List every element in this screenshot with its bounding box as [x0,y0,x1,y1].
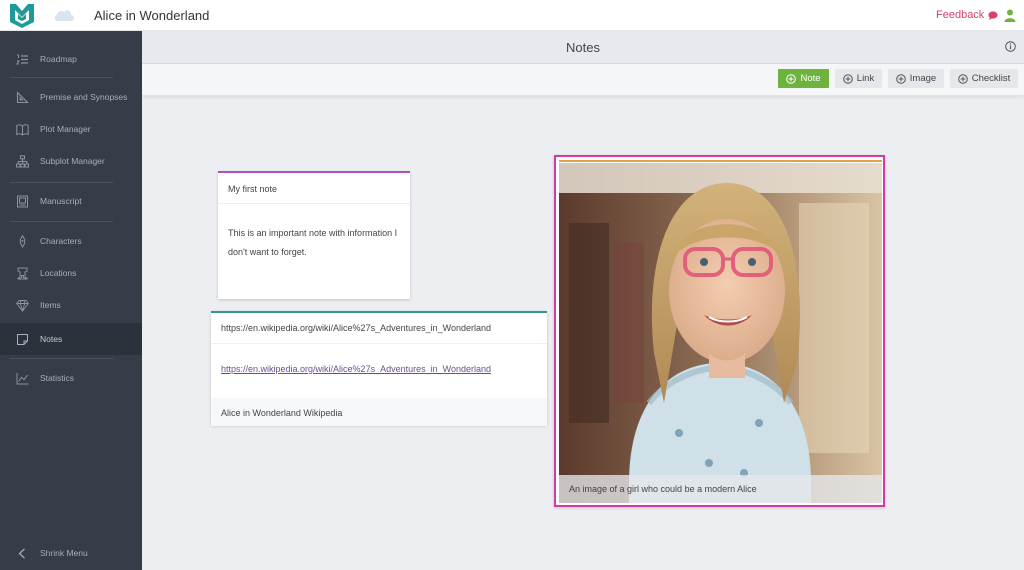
cloud-sync-icon[interactable] [53,8,75,22]
link-card[interactable]: https://en.wikipedia.org/wiki/Alice%27s_… [211,311,547,426]
project-title: Alice in Wonderland [94,8,210,23]
sidebar-item-roadmap[interactable]: Roadmap [0,44,142,74]
add-link-label: Link [856,73,875,84]
sidebar-item-label: Subplot Manager [40,156,105,166]
note-card[interactable]: My first note This is an important note … [218,171,410,299]
add-checklist-button[interactable]: Checklist [950,69,1018,88]
sidebar-item-statistics[interactable]: Statistics [0,363,142,393]
add-image-label: Image [909,73,937,84]
note-body[interactable]: This is an important note with informati… [218,204,410,262]
sidebar-item-label: Plot Manager [40,124,91,134]
sidebar-divider [10,221,113,222]
chat-bubble-icon [988,10,998,20]
image-card[interactable]: An image of a girl who could be a modern… [554,155,885,507]
sidebar-item-manuscript[interactable]: Manuscript [0,186,142,216]
plus-circle-icon [895,73,906,84]
sidebar-item-items[interactable]: Items [0,290,142,320]
notes-toolbar: Note Link Image Checklist [142,64,1024,96]
line-chart-icon [16,372,29,384]
add-note-button[interactable]: Note [778,69,829,88]
image-card-accent [559,160,882,162]
add-note-label: Note [800,73,821,84]
sidebar-item-label: Premise and Synopses [40,92,128,102]
sidebar-divider [10,358,113,359]
sidebar-item-label: Manuscript [40,196,82,206]
diamond-icon [16,299,29,312]
sidebar-item-label: Characters [40,236,82,246]
list-numbered-icon [16,54,28,64]
girl-photo-illustration [559,163,882,503]
sidebar-item-label: Items [40,300,61,310]
sidebar-item-subplot-manager[interactable]: Subplot Manager [0,146,142,176]
plus-circle-icon [957,73,968,84]
shrink-menu-label: Shrink Menu [40,548,88,558]
link-url[interactable]: https://en.wikipedia.org/wiki/Alice%27s_… [211,344,547,398]
manuscript-icon [17,195,28,207]
hierarchy-icon [16,154,29,167]
app-logo-icon[interactable] [8,2,36,29]
top-bar: Alice in Wonderland Feedback [0,0,1024,31]
shrink-menu-button[interactable]: Shrink Menu [0,540,142,566]
add-image-button[interactable]: Image [888,69,944,88]
add-checklist-label: Checklist [971,73,1011,84]
sidebar-item-characters[interactable]: Characters [0,226,142,256]
link-url-heading[interactable]: https://en.wikipedia.org/wiki/Alice%27s_… [211,313,547,344]
sidebar-item-notes[interactable]: Notes [0,323,142,355]
open-book-icon [16,123,29,136]
triangle-ruler-icon [16,90,29,103]
sidebar-item-locations[interactable]: Locations [0,258,142,288]
notes-header: Notes [142,31,1024,64]
image-caption[interactable]: An image of a girl who could be a modern… [559,475,882,503]
plus-circle-icon [842,73,853,84]
chevron-left-icon [18,547,25,559]
sidebar-item-premise[interactable]: Premise and Synopses [0,82,142,112]
feedback-label: Feedback [936,9,985,21]
tower-icon [17,267,28,279]
sidebar: Roadmap Premise and Synopses Plot Manage… [0,31,142,570]
sidebar-divider [10,182,113,183]
feedback-button[interactable]: Feedback [936,9,998,21]
user-icon[interactable] [1004,9,1016,22]
sidebar-item-label: Notes [40,334,63,344]
page-title: Notes [566,40,600,55]
link-description[interactable]: Alice in Wonderland Wikipedia [211,398,547,426]
info-icon[interactable] [1005,41,1016,52]
sidebar-item-label: Roadmap [40,54,77,64]
pen-nib-icon [19,234,26,248]
add-link-button[interactable]: Link [835,69,882,88]
note-title[interactable]: My first note [218,173,410,204]
sidebar-item-label: Locations [40,268,77,278]
note-icon [17,333,28,345]
sidebar-divider [10,77,113,78]
plus-circle-icon [786,73,797,84]
sidebar-item-label: Statistics [40,373,75,383]
sidebar-item-plot-manager[interactable]: Plot Manager [0,114,142,144]
girl-photo [559,163,882,503]
